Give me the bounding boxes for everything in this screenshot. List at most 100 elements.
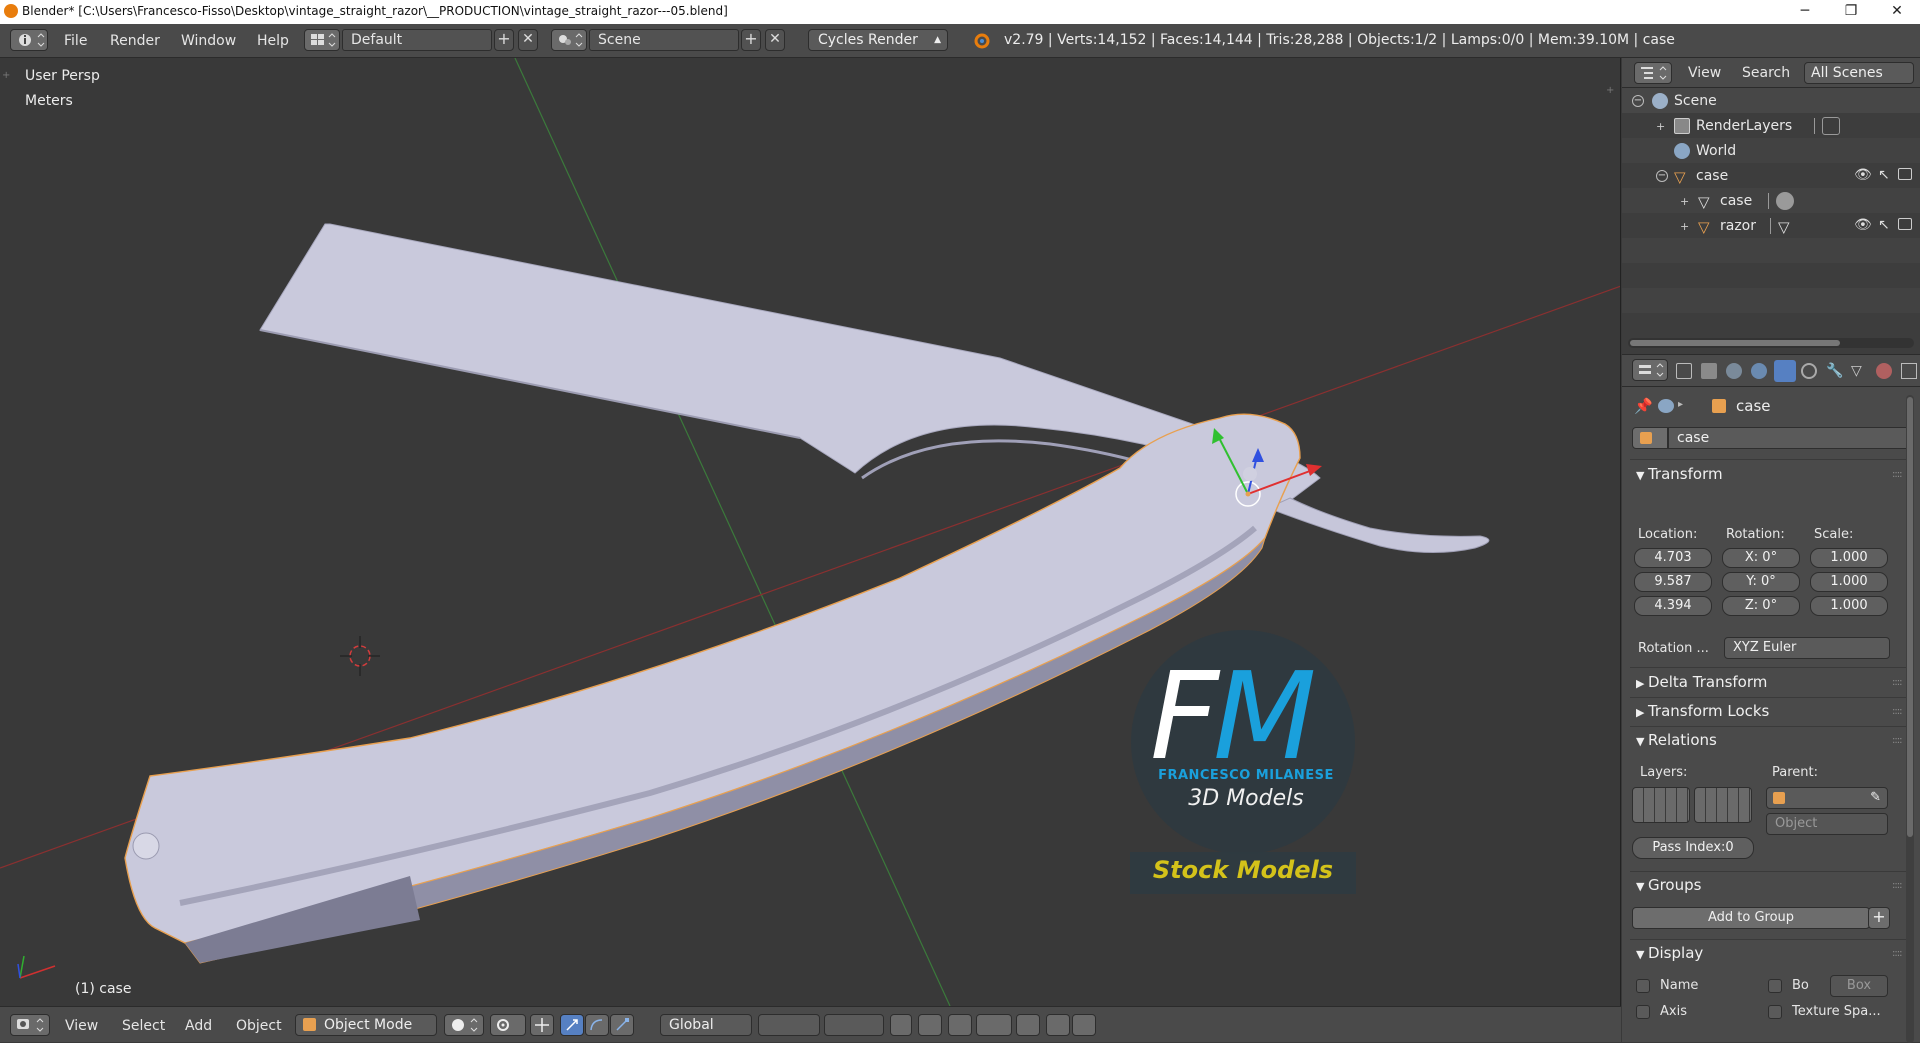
groups-panel-header[interactable]: ▼ Groups bbox=[1636, 876, 1701, 894]
add-to-group-button[interactable]: Add to Group bbox=[1632, 907, 1870, 929]
outliner-item-case[interactable]: − ▽ case 👁 ↖ bbox=[1622, 164, 1920, 189]
menu-add[interactable]: Add bbox=[185, 1018, 212, 1034]
world-tab-icon[interactable] bbox=[1751, 363, 1767, 379]
add-scene-icon[interactable]: + bbox=[741, 29, 761, 51]
panel-drag-grip[interactable]: :::: bbox=[1892, 677, 1903, 688]
toolshelf-toggle-icon[interactable]: + bbox=[2, 70, 10, 81]
menu-select[interactable]: Select bbox=[122, 1018, 165, 1034]
minimize-button[interactable]: ─ bbox=[1782, 0, 1828, 24]
remove-scene-icon[interactable]: ✕ bbox=[765, 29, 785, 51]
menu-render[interactable]: Render bbox=[110, 33, 160, 49]
render-layers-tab-icon[interactable] bbox=[1701, 363, 1717, 379]
location-x-field[interactable]: 4.703 bbox=[1634, 548, 1712, 568]
layers-grid-right[interactable] bbox=[1694, 787, 1752, 823]
bounds-type-dropdown[interactable]: Box bbox=[1830, 975, 1888, 997]
scene-browse-button[interactable] bbox=[551, 29, 587, 51]
razor-tang[interactable] bbox=[1266, 497, 1490, 553]
selectable-cursor-icon[interactable]: ↖ bbox=[1878, 217, 1890, 233]
menu-file[interactable]: File bbox=[64, 33, 87, 49]
3d-viewport[interactable]: User Persp Meters (1) case FM FM FRANCES… bbox=[0, 58, 1621, 1006]
editor-type-info-button[interactable] bbox=[10, 29, 48, 51]
display-texture-space-checkbox[interactable] bbox=[1768, 1005, 1782, 1019]
snap-target-icon[interactable] bbox=[1016, 1014, 1040, 1036]
collapse-icon[interactable]: − bbox=[1632, 95, 1644, 107]
scale-y-field[interactable]: 1.000 bbox=[1810, 572, 1888, 592]
object-tab-icon[interactable] bbox=[1774, 360, 1796, 382]
scale-x-field[interactable]: 1.000 bbox=[1810, 548, 1888, 568]
rotation-z-field[interactable]: Z: 0° bbox=[1722, 596, 1800, 616]
menu-object[interactable]: Object bbox=[236, 1018, 282, 1034]
close-window-button[interactable]: ✕ bbox=[1874, 0, 1920, 24]
outliner-scrollbar-thumb[interactable] bbox=[1630, 340, 1840, 346]
mode-dropdown[interactable]: Object Mode bbox=[295, 1014, 437, 1036]
outliner-item-case-mesh[interactable]: + ▽ case bbox=[1622, 189, 1920, 214]
texture-tab-icon[interactable] bbox=[1901, 363, 1917, 379]
rotation-mode-dropdown[interactable]: XYZ Euler bbox=[1724, 637, 1890, 659]
expand-icon[interactable]: + bbox=[1680, 220, 1689, 233]
3d-cursor-icon[interactable] bbox=[340, 636, 380, 676]
outliner-display-mode-dropdown[interactable]: All Scenes bbox=[1804, 62, 1914, 84]
location-y-field[interactable]: 9.587 bbox=[1634, 572, 1712, 592]
data-tab-icon[interactable]: ▽ bbox=[1851, 363, 1867, 379]
pin-icon[interactable]: 📌 bbox=[1634, 397, 1653, 415]
scale-z-field[interactable]: 1.000 bbox=[1810, 596, 1888, 616]
panel-drag-grip[interactable]: :::: bbox=[1892, 948, 1903, 959]
panel-drag-grip[interactable]: :::: bbox=[1892, 706, 1903, 717]
snap-toggle-icon[interactable] bbox=[948, 1014, 972, 1036]
proportional-editing-icon[interactable] bbox=[918, 1014, 942, 1036]
remove-layout-icon[interactable]: ✕ bbox=[518, 29, 538, 51]
material-tab-icon[interactable] bbox=[1876, 363, 1892, 379]
expand-icon[interactable]: + bbox=[1680, 195, 1689, 208]
object-name-input[interactable]: case bbox=[1668, 427, 1910, 449]
render-engine-dropdown[interactable]: Cycles Render ▲ bbox=[808, 29, 948, 51]
menu-help[interactable]: Help bbox=[257, 33, 289, 49]
outliner-scrollbar-track[interactable] bbox=[1628, 338, 1914, 348]
delta-transform-panel-header[interactable]: ▶ Delta Transform bbox=[1636, 673, 1767, 691]
scale-manipulator-button[interactable] bbox=[610, 1014, 634, 1036]
parent-type-dropdown[interactable]: Object bbox=[1766, 813, 1888, 835]
display-panel-header[interactable]: ▼ Display bbox=[1636, 944, 1703, 962]
layers-row-1[interactable] bbox=[758, 1014, 820, 1036]
maximize-button[interactable]: ❐ bbox=[1828, 0, 1874, 24]
display-name-checkbox[interactable] bbox=[1636, 979, 1650, 993]
editor-type-properties-button[interactable] bbox=[1632, 359, 1668, 381]
outliner-item-renderlayers[interactable]: + RenderLayers bbox=[1622, 114, 1920, 139]
lock-layers-icon[interactable] bbox=[890, 1014, 912, 1036]
menu-window[interactable]: Window bbox=[181, 33, 236, 49]
manipulator-toggle[interactable] bbox=[530, 1014, 554, 1036]
layers-grid-left[interactable] bbox=[1632, 787, 1690, 823]
screen-layout-browse-button[interactable] bbox=[304, 29, 340, 51]
object-browse-button[interactable] bbox=[1632, 427, 1668, 449]
translate-manipulator-button[interactable] bbox=[560, 1014, 584, 1036]
panel-drag-grip[interactable]: :::: bbox=[1892, 735, 1903, 746]
outliner-menu-view[interactable]: View bbox=[1688, 65, 1721, 81]
editor-type-outliner-button[interactable] bbox=[1634, 62, 1672, 84]
editor-type-3dview-button[interactable] bbox=[10, 1014, 50, 1036]
eyedropper-icon[interactable]: ✎ bbox=[1870, 788, 1881, 808]
viewport-canvas[interactable] bbox=[0, 58, 1621, 1006]
menu-view[interactable]: View bbox=[65, 1018, 98, 1034]
add-layout-icon[interactable]: + bbox=[494, 29, 514, 51]
panel-drag-grip[interactable]: :::: bbox=[1892, 880, 1903, 891]
display-axis-checkbox[interactable] bbox=[1636, 1005, 1650, 1019]
selectable-cursor-icon[interactable]: ↖ bbox=[1878, 167, 1890, 183]
constraints-tab-icon[interactable] bbox=[1801, 363, 1817, 379]
transform-panel-header[interactable]: ▼ Transform bbox=[1636, 465, 1723, 483]
transform-locks-panel-header[interactable]: ▶ Transform Locks bbox=[1636, 702, 1769, 720]
rotation-x-field[interactable]: X: 0° bbox=[1722, 548, 1800, 568]
outliner-item-razor[interactable]: + ▽ razor ▽ 👁 ↖ bbox=[1622, 214, 1920, 239]
display-bounds-checkbox[interactable] bbox=[1768, 979, 1782, 993]
outliner-item-world[interactable]: World bbox=[1622, 139, 1920, 164]
visibility-eye-icon[interactable]: 👁 bbox=[1854, 167, 1872, 183]
transform-orientation-dropdown[interactable]: Global bbox=[660, 1014, 752, 1036]
opengl-render-icon[interactable] bbox=[1046, 1014, 1070, 1036]
visibility-eye-icon[interactable]: 👁 bbox=[1854, 217, 1872, 233]
collapse-icon[interactable]: − bbox=[1656, 170, 1668, 182]
properties-scrollbar-thumb[interactable] bbox=[1907, 397, 1913, 837]
outliner-menu-search[interactable]: Search bbox=[1742, 65, 1790, 81]
render-camera-icon[interactable] bbox=[1898, 168, 1912, 180]
render-tab-icon[interactable] bbox=[1676, 363, 1692, 379]
expand-icon[interactable]: + bbox=[1656, 120, 1665, 133]
properties-scrollbar-track[interactable] bbox=[1906, 395, 1914, 1043]
layers-row-2[interactable] bbox=[824, 1014, 884, 1036]
